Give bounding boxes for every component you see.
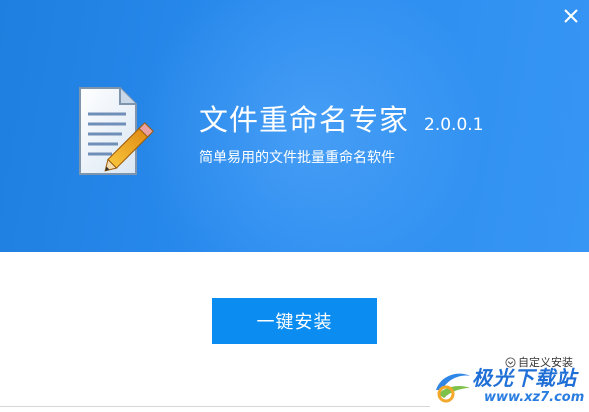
app-title: 文件重命名专家 — [199, 103, 410, 137]
watermark-logo-icon — [436, 373, 470, 403]
install-button[interactable]: 一键安装 — [212, 298, 377, 344]
watermark-title: 极光下载站 — [472, 366, 577, 390]
watermark-url: www.xz7.com — [484, 390, 585, 405]
bottom-divider — [0, 406, 430, 407]
app-version: 2.0.0.1 — [424, 115, 484, 135]
document-pencil-icon — [79, 87, 154, 175]
close-button[interactable] — [559, 4, 583, 28]
watermark: 极光下载站 www.xz7.com — [432, 360, 587, 412]
header-banner: 文件重命名专家 2.0.0.1 简单易用的文件批量重命名软件 — [0, 0, 589, 252]
installer-window: 文件重命名专家 2.0.0.1 简单易用的文件批量重命名软件 一键安装 自定义安… — [0, 0, 589, 412]
app-subtitle: 简单易用的文件批量重命名软件 — [199, 150, 395, 166]
close-icon — [564, 9, 578, 23]
